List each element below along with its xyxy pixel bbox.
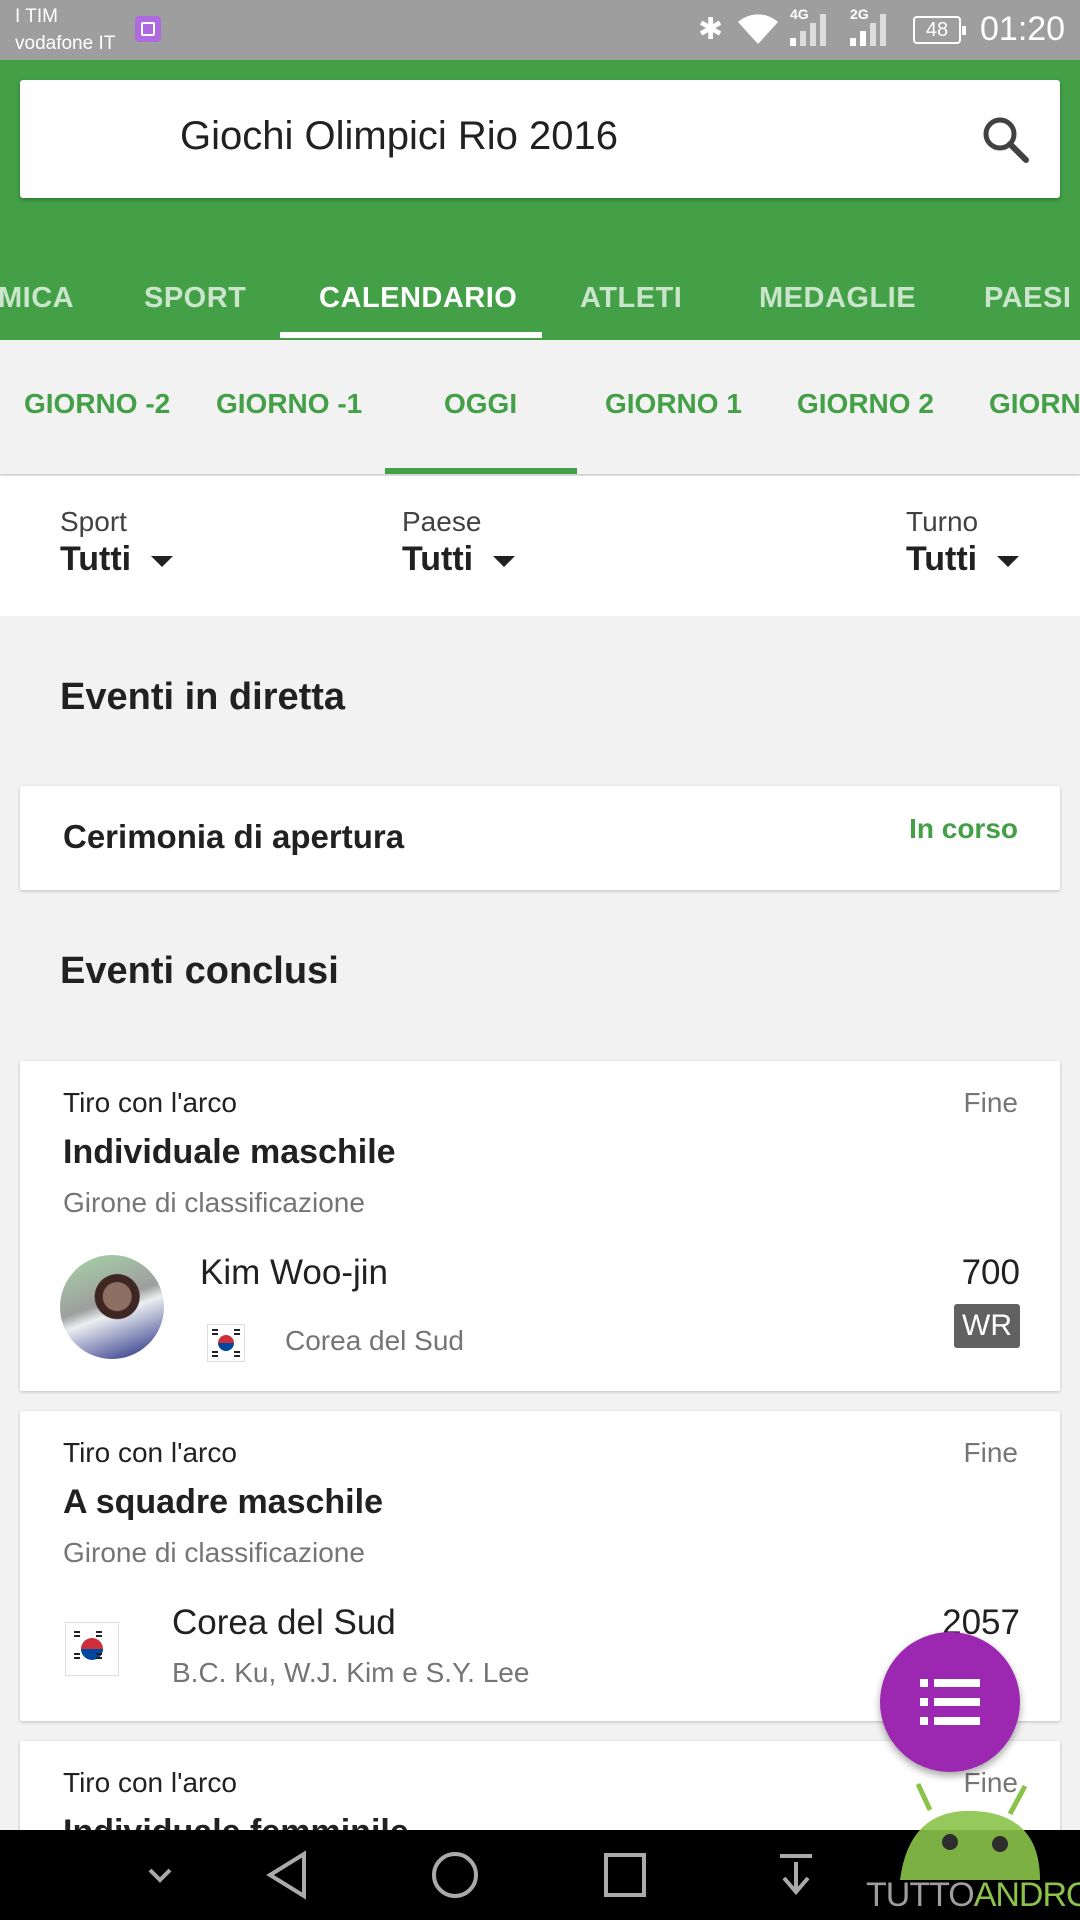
live-event-card[interactable]: Cerimonia di apertura In corso: [20, 786, 1060, 890]
app-bar: Giochi Olimpici Rio 2016 MICA SPORT CALE…: [0, 60, 1080, 340]
team-name: Corea del Sud: [172, 1603, 396, 1642]
event-sport: Tiro con l'arco: [63, 1437, 237, 1468]
day-tab-today[interactable]: OGGI: [444, 340, 517, 468]
country-filter-label: Paese: [402, 506, 482, 537]
recents-icon[interactable]: [601, 1830, 649, 1920]
tab-atleti[interactable]: ATLETI: [580, 256, 682, 340]
day-tab-minus-1[interactable]: GIORNO -1: [216, 340, 362, 468]
live-status: In corso: [909, 813, 1018, 844]
event-status: Fine: [963, 1437, 1018, 1468]
bluetooth-icon: ✱: [698, 13, 724, 46]
round-filter-label: Turno: [906, 506, 979, 537]
notification-pull-icon[interactable]: [776, 1830, 816, 1920]
active-tab-indicator: [280, 332, 542, 338]
day-tab-1[interactable]: GIORNO 1: [605, 340, 742, 468]
live-section-title: Eventi in diretta: [60, 676, 346, 718]
korea-flag-icon: [207, 1324, 245, 1362]
event-name: Individuale maschile: [63, 1133, 396, 1171]
dropdown-arrow-icon: [997, 555, 1020, 567]
round-filter[interactable]: Turno Tutti: [906, 506, 1020, 579]
tab-medaglie[interactable]: MEDAGLIE: [759, 256, 916, 340]
watermark-part-2: ANDROID: [973, 1876, 1080, 1914]
hide-keyboard-icon[interactable]: [140, 1830, 180, 1920]
day-tab-3[interactable]: GIORNO 3: [989, 340, 1080, 468]
android-robot-logo: [900, 1782, 1040, 1880]
tab-paesi[interactable]: PAESI: [984, 256, 1071, 340]
watermark-text: TUTTOANDROID: [866, 1876, 1080, 1915]
fab-list-button[interactable]: [880, 1632, 1020, 1772]
home-icon[interactable]: [428, 1830, 482, 1920]
wifi-icon: [738, 14, 778, 44]
event-round: Girone di classificazione: [63, 1187, 365, 1218]
tab-calendario[interactable]: CALENDARIO: [319, 256, 517, 340]
search-query[interactable]: Giochi Olimpici Rio 2016: [180, 114, 618, 159]
list-icon: [920, 1679, 980, 1725]
search-box[interactable]: Giochi Olimpici Rio 2016: [20, 80, 1060, 198]
country-filter[interactable]: Paese Tutti: [402, 506, 516, 579]
day-tabs: GIORNO -2 GIORNO -1 OGGI GIORNO 1 GIORNO…: [0, 340, 1080, 474]
athlete-avatar: [60, 1255, 164, 1359]
active-day-indicator: [385, 468, 577, 474]
signal-2-icon: [850, 14, 886, 46]
country-filter-value: Tutti: [402, 540, 474, 578]
event-name: A squadre maschile: [63, 1483, 383, 1521]
dropdown-arrow-icon: [151, 555, 174, 567]
search-icon[interactable]: [980, 114, 1030, 164]
event-sport: Tiro con l'arco: [63, 1767, 237, 1798]
tab-mica[interactable]: MICA: [0, 256, 74, 340]
athlete-score: 700: [961, 1253, 1020, 1292]
athlete-name: Kim Woo-jin: [200, 1253, 389, 1292]
carrier-2: vodafone IT: [15, 33, 116, 54]
record-badge: WR: [954, 1304, 1020, 1348]
day-tab-2[interactable]: GIORNO 2: [797, 340, 934, 468]
live-event-name: Cerimonia di apertura: [63, 818, 405, 855]
tab-sport[interactable]: SPORT: [144, 256, 246, 340]
round-filter-value: Tutti: [906, 540, 978, 578]
battery-icon: 48: [913, 16, 966, 44]
dropdown-arrow-icon: [493, 555, 516, 567]
carrier-1: I TIM: [15, 6, 58, 27]
status-bar: I TIM vodafone IT ✱ 4G 2G 48 01:20: [0, 0, 1080, 60]
sport-filter-value: Tutti: [60, 540, 132, 578]
sport-filter-label: Sport: [60, 506, 127, 537]
event-status: Fine: [963, 1087, 1018, 1118]
main-tabs: MICA SPORT CALENDARIO ATLETI MEDAGLIE PA…: [0, 256, 1080, 340]
watermark-part-1: TUTTO: [866, 1876, 975, 1914]
day-tab-minus-2[interactable]: GIORNO -2: [24, 340, 170, 468]
event-card[interactable]: Tiro con l'arco Fine Individuale maschil…: [20, 1061, 1060, 1391]
back-icon[interactable]: [262, 1830, 312, 1920]
team-members: B.C. Ku, W.J. Kim e S.Y. Lee: [172, 1657, 530, 1688]
signal-1-icon: [790, 14, 826, 46]
done-section-title: Eventi conclusi: [60, 950, 339, 992]
sport-filter[interactable]: Sport Tutti: [60, 506, 174, 579]
athlete-country: Corea del Sud: [285, 1325, 465, 1356]
gallery-notification-icon: [135, 16, 161, 42]
event-round: Girone di classificazione: [63, 1537, 365, 1568]
event-sport: Tiro con l'arco: [63, 1087, 237, 1118]
korea-flag-icon: [65, 1622, 119, 1676]
filter-bar: Sport Tutti Paese Tutti Turno Tutti: [0, 476, 1080, 616]
clock: 01:20: [980, 10, 1066, 48]
